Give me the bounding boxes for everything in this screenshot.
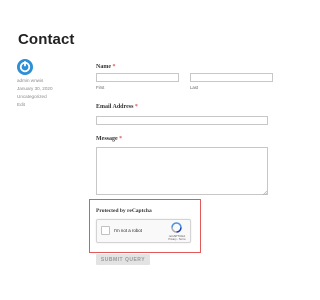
email-label: Email Address * xyxy=(96,104,138,110)
submit-query-button[interactable]: SUBMIT QUERY xyxy=(96,254,150,265)
message-field[interactable] xyxy=(96,147,268,195)
name-label-text: Name xyxy=(96,64,111,70)
required-marker: * xyxy=(134,104,138,110)
recaptcha-logo-icon xyxy=(171,222,182,233)
message-label: Message * xyxy=(96,136,122,142)
recaptcha-checkbox[interactable] xyxy=(101,226,110,235)
edit-link[interactable]: Edit xyxy=(17,102,25,107)
first-name-field[interactable] xyxy=(96,73,179,82)
recaptcha-title: Protected by reCaptcha xyxy=(96,208,152,214)
message-label-text: Message xyxy=(96,136,118,142)
page-title: Contact xyxy=(18,31,75,48)
author-avatar xyxy=(17,59,33,75)
first-name-sublabel: First xyxy=(96,85,105,90)
recaptcha-checkbox-label: I'm not a robot xyxy=(114,228,142,233)
post-date[interactable]: January 30, 2020 xyxy=(17,86,53,91)
avatar-logo-icon xyxy=(19,61,31,73)
email-field[interactable] xyxy=(96,116,268,125)
post-category[interactable]: Uncategorized xyxy=(17,94,47,99)
email-label-text: Email Address xyxy=(96,104,134,110)
required-marker: * xyxy=(112,64,116,70)
resize-grip-icon[interactable] xyxy=(262,190,267,195)
recaptcha-links[interactable]: Privacy - Terms xyxy=(165,238,189,241)
post-author[interactable]: admin wnwis xyxy=(17,78,43,83)
last-name-sublabel: Last xyxy=(190,85,199,90)
name-label: Name * xyxy=(96,64,116,70)
last-name-field[interactable] xyxy=(190,73,273,82)
required-marker: * xyxy=(119,136,123,142)
